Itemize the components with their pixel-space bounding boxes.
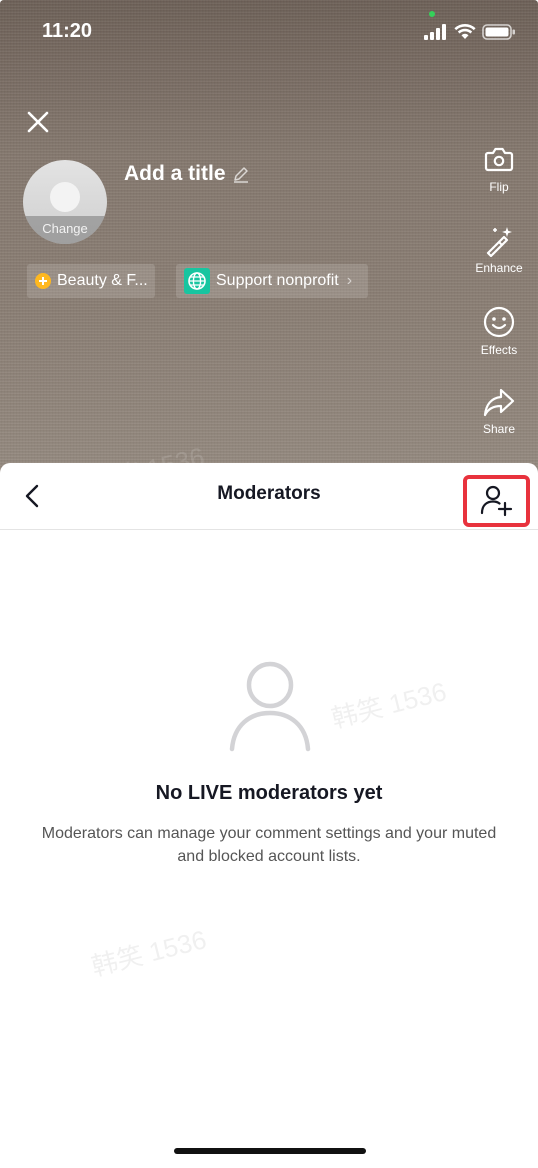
add-user-icon [480,485,512,517]
person-outline-icon [229,661,311,752]
smiley-icon [483,306,515,338]
cover-photo-button[interactable]: Change [23,160,107,244]
enhance-label: Enhance [475,261,523,275]
flip-button[interactable]: Flip [468,144,530,194]
beauty-filter-chip[interactable]: Beauty & F... [27,264,155,298]
beauty-chip-label: Beauty & F... [57,272,148,289]
app-frame: 11:20 Change Add a title Beauty & F... S… [0,0,538,1168]
share-arrow-icon [483,388,515,417]
close-button[interactable] [24,108,52,136]
watermark: 韩笑 1536 [328,676,450,734]
add-moderator-button[interactable] [463,475,530,527]
plus-badge-icon [35,273,51,289]
status-time: 11:20 [42,20,93,42]
status-icons [424,24,516,40]
cover-change-label: Change [42,221,88,236]
effects-button[interactable]: Effects [468,305,530,357]
magic-wand-icon [486,227,512,257]
share-button[interactable]: Share [468,386,530,436]
support-chip-label: Support nonprofit [216,272,339,289]
enhance-button[interactable]: Enhance [468,225,530,275]
effects-label: Effects [480,343,518,357]
watermark: 韩笑 1536 [88,924,210,982]
camera-in-use-indicator [429,11,435,17]
moderators-sheet: Moderators 韩笑 1536 No LIVE moderators ye… [0,463,538,1168]
title-placeholder: Add a title [124,162,226,185]
sheet-header: Moderators [0,463,538,530]
globe-icon [184,268,210,294]
flip-camera-icon [484,147,514,172]
camera-preview: 11:20 Change Add a title Beauty & F... S… [0,0,538,520]
avatar-head-shape [50,182,80,212]
battery-icon [482,24,515,40]
cellular-signal-icon [424,24,446,40]
empty-state-title: No LIVE moderators yet [155,782,383,804]
cover-avatar: Change [23,160,107,244]
chevron-right-icon: › [346,272,353,289]
support-nonprofit-chip[interactable]: Support nonprofit › [176,264,368,298]
home-indicator [174,1148,366,1154]
add-title-field[interactable]: Add a title [124,162,250,186]
pencil-icon [233,167,248,183]
wifi-icon [454,24,476,39]
empty-state-description: Moderators can manage your comment setti… [41,825,497,865]
share-label: Share [482,422,516,436]
flip-label: Flip [489,180,509,194]
close-icon [27,111,49,133]
sheet-title: Moderators [217,483,321,504]
